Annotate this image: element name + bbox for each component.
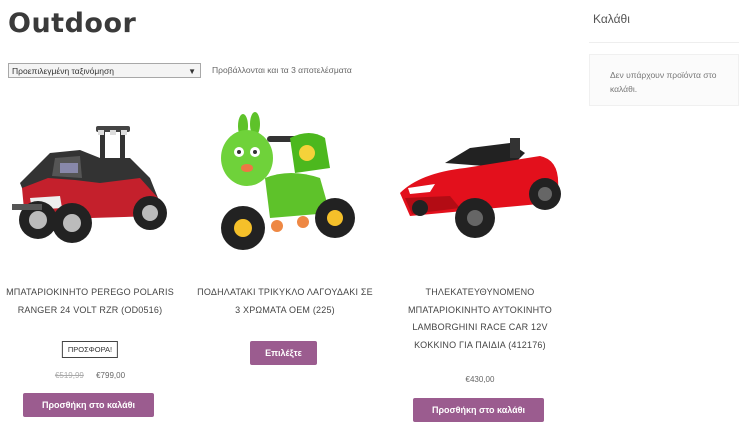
sale-price: €799,00: [96, 371, 126, 380]
green-bunny-tricycle-image: [221, 112, 355, 250]
product-image-link[interactable]: [195, 108, 375, 268]
sale-badge: ΠΡΟΣΦΟΡΑ!: [61, 341, 119, 358]
red-sports-car-image: [400, 138, 561, 238]
product-price: €519,99 €799,00: [0, 371, 180, 380]
cart-empty-message: Δεν υπάρχουν προϊόντα στο καλάθι.: [589, 54, 739, 106]
old-price: €519,99: [54, 371, 84, 380]
add-to-cart-button[interactable]: Προσθήκη στο καλάθι: [23, 393, 154, 417]
result-count: Προβάλλονται και τα 3 αποτελέσματα: [212, 65, 352, 75]
chevron-down-icon: ▼: [188, 67, 196, 76]
product-card: ΜΠΑΤΑΡΙΟΚΙΝΗΤΟ PEREGO POLARIS RANGER 24 …: [0, 108, 180, 419]
cart-divider: [589, 42, 739, 43]
product-title[interactable]: ΤΗΛΕΚΑΤΕΥΘΥΝΟΜΕΝΟ ΜΠΑΤΑΡΙΟΚΙΝΗΤΟ ΑΥΤΟΚΙΝ…: [390, 284, 570, 354]
product-card: ΠΟΔΗΛΑΤΑΚΙ ΤΡΙΚΥΚΛΟ ΛΑΓΟΥΔΑΚΙ ΣΕ 3 ΧΡΩΜΑ…: [195, 108, 375, 419]
product-title[interactable]: ΠΟΔΗΛΑΤΑΚΙ ΤΡΙΚΥΚΛΟ ΛΑΓΟΥΔΑΚΙ ΣΕ 3 ΧΡΩΜΑ…: [195, 284, 375, 319]
page-title: Outdoor: [8, 8, 137, 39]
sort-select[interactable]: Προεπιλεγμένη ταξινόμηση ▼: [8, 63, 201, 78]
product-title[interactable]: ΜΠΑΤΑΡΙΟΚΙΝΗΤΟ PEREGO POLARIS RANGER 24 …: [0, 284, 180, 319]
price: €430,00: [465, 375, 495, 384]
product-card: ΤΗΛΕΚΑΤΕΥΘΥΝΟΜΕΝΟ ΜΠΑΤΑΡΙΟΚΙΝΗΤΟ ΑΥΤΟΚΙΝ…: [390, 108, 570, 422]
cart-widget: Καλάθι Δεν υπάρχουν προϊόντα στο καλάθι.: [589, 0, 744, 108]
cart-title: Καλάθι: [593, 12, 630, 26]
sort-select-value: Προεπιλεγμένη ταξινόμηση: [12, 66, 114, 76]
product-image-link[interactable]: [0, 108, 180, 268]
add-to-cart-button[interactable]: Προσθήκη στο καλάθι: [413, 398, 544, 422]
product-image-link[interactable]: [390, 108, 570, 268]
product-price: €430,00: [390, 375, 570, 384]
red-ride-on-buggy-image: [12, 126, 167, 243]
select-options-button[interactable]: Επιλέξτε: [250, 341, 317, 365]
